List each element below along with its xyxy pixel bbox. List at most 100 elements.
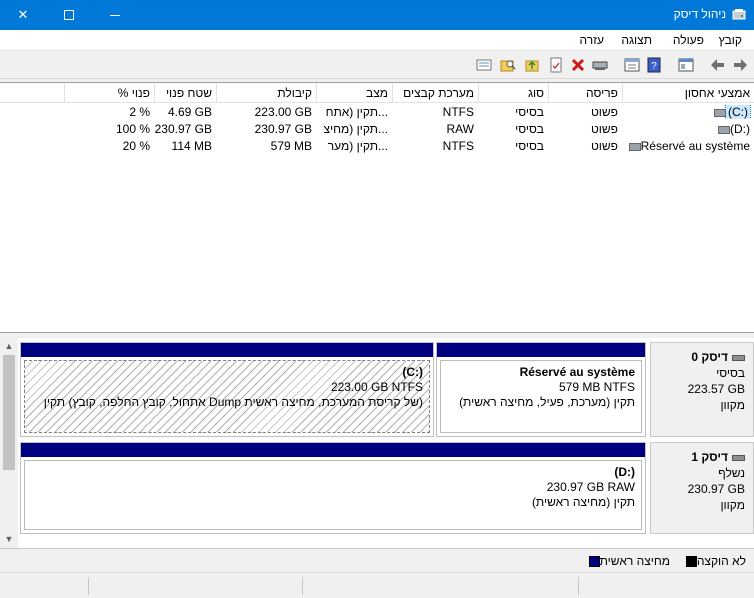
- volume-type: בסיסי: [515, 105, 544, 119]
- legend-unallocated-swatch: [685, 556, 697, 567]
- partition-d[interactable]: (D:) 230.97 GB RAW תקין (מחיצה ראשית): [20, 442, 646, 534]
- menu-help[interactable]: עזרה: [579, 33, 604, 47]
- menu-file[interactable]: קובץ: [719, 33, 742, 47]
- column-status[interactable]: מצב: [316, 83, 392, 103]
- volume-free-space: 230.97 GB: [154, 122, 212, 136]
- legend-primary: מחיצה ראשית: [585, 554, 670, 568]
- disk-name: דיסק 1: [691, 450, 728, 464]
- partition-c[interactable]: (C:) 223.00 GB NTFS תקין (אתחול, קובץ הח…: [20, 342, 434, 437]
- column-layout[interactable]: פריסה: [548, 83, 622, 103]
- volume-row[interactable]: (C:) פשוט בסיסי NTFS תקין (אתח... 223.00…: [0, 104, 754, 121]
- maximize-button[interactable]: [46, 0, 92, 30]
- help-icon[interactable]: ?: [646, 57, 662, 73]
- volume-file-system: NTFS: [442, 139, 474, 153]
- volume-layout: פשוט: [590, 122, 618, 136]
- volume-list: אמצעי אחסון פריסה סוג מערכת קבצים מצב קי…: [0, 82, 754, 332]
- folder-up-icon[interactable]: [524, 57, 540, 73]
- disk-state: מקוון: [720, 398, 745, 412]
- volume-type: בסיסי: [515, 122, 544, 136]
- partition-status: תקין (מערכת, פעיל, מחיצה ראשית): [459, 395, 635, 409]
- primary-partition-bar: [21, 443, 645, 457]
- drive-settings-icon[interactable]: [592, 57, 608, 73]
- drive-icon: [628, 142, 641, 151]
- volume-status: תקין (אתח...: [325, 105, 388, 119]
- scroll-down-icon[interactable]: ▼: [0, 531, 18, 548]
- close-icon: ✕: [17, 7, 29, 22]
- volume-file-system: NTFS: [442, 105, 474, 119]
- status-divider: [578, 577, 579, 595]
- volume-list-header: אמצעי אחסון פריסה סוג מערכת קבצים מצב קי…: [0, 83, 754, 103]
- volume-type: בסיסי: [515, 139, 544, 153]
- scroll-thumb[interactable]: [3, 355, 15, 470]
- vertical-scrollbar[interactable]: ▲ ▼: [0, 338, 18, 548]
- volume-file-system: RAW: [446, 122, 474, 136]
- list-view-icon[interactable]: [476, 57, 492, 73]
- menu-view[interactable]: תצוגה: [621, 33, 652, 47]
- search-folder-icon[interactable]: [500, 57, 516, 73]
- disk-0-info[interactable]: דיסק 0 בסיסי 223.57 GB מקוון: [650, 342, 754, 437]
- column-volume[interactable]: אמצעי אחסון: [622, 83, 754, 103]
- title-bar: ✕ ניהול דיסק: [0, 0, 754, 30]
- menu-bar: קובץ פעולה תצוגה עזרה: [0, 30, 754, 51]
- show-hide-console-tree-icon[interactable]: [678, 57, 694, 73]
- delete-icon[interactable]: [570, 57, 586, 73]
- close-button[interactable]: ✕: [0, 0, 46, 30]
- volume-percent-free: 20 %: [122, 139, 150, 153]
- column-percent-free[interactable]: % פנוי: [64, 83, 154, 103]
- volume-status: תקין (מחיצ...: [323, 122, 388, 136]
- primary-partition-bar: [437, 343, 645, 357]
- volume-name: (D:): [730, 122, 750, 136]
- disk-name: דיסק 0: [691, 350, 728, 364]
- volume-percent-free: 100 %: [115, 122, 150, 136]
- legend: לא הוקצה מחיצה ראשית: [0, 548, 754, 572]
- volume-free-space: 114 MB: [171, 139, 212, 153]
- scroll-up-icon[interactable]: ▲: [0, 338, 18, 355]
- column-capacity[interactable]: קיבולת: [216, 83, 316, 103]
- menu-action[interactable]: פעולה: [673, 33, 704, 47]
- check-document-icon[interactable]: [548, 57, 564, 73]
- volume-capacity: 223.00 GB: [254, 105, 312, 119]
- disk-state: מקוון: [720, 498, 745, 512]
- volume-capacity: 230.97 GB: [254, 122, 312, 136]
- partition-system-reserved[interactable]: Réservé au système 579 MB NTFS תקין (מער…: [436, 342, 646, 437]
- partition-detail: 579 MB NTFS: [558, 380, 635, 394]
- disk-management-app-icon: [732, 9, 746, 20]
- volume-free-space: 4.69 GB: [167, 105, 212, 119]
- legend-unallocated: לא הוקצה: [682, 554, 746, 568]
- maximize-icon: [64, 10, 74, 20]
- forward-arrow-icon[interactable]: [732, 57, 748, 73]
- column-type[interactable]: סוג: [478, 83, 548, 103]
- properties-icon[interactable]: [624, 57, 640, 73]
- partition-title: (C:): [402, 365, 423, 379]
- volume-row[interactable]: (D:) פשוט בסיסי RAW תקין (מחיצ... 230.97…: [0, 121, 754, 138]
- minimize-button[interactable]: [92, 0, 138, 30]
- svg-text:?: ?: [651, 61, 657, 72]
- minimize-icon: [110, 14, 120, 16]
- disk-icon: [732, 354, 745, 361]
- partition-status: תקין (מחיצה ראשית): [531, 495, 635, 509]
- volume-layout: פשוט: [590, 105, 618, 119]
- back-arrow-icon[interactable]: [710, 57, 726, 73]
- toolbar: ?: [0, 52, 754, 79]
- status-bar: [0, 572, 754, 598]
- volume-status: תקין (מער...: [327, 139, 388, 153]
- legend-primary-swatch: [588, 556, 600, 567]
- volume-capacity: 579 MB: [270, 139, 312, 153]
- column-free-space[interactable]: שטח פנוי: [154, 83, 216, 103]
- volume-percent-free: 2 %: [129, 105, 150, 119]
- partition-status: תקין (אתחול, קובץ החלפה, קובץ Dump של קר…: [43, 395, 423, 409]
- partition-detail: 230.97 GB RAW: [546, 480, 635, 494]
- partition-title: (D:): [614, 465, 635, 479]
- drive-icon: [714, 108, 726, 117]
- status-divider: [302, 577, 303, 595]
- column-file-system[interactable]: מערכת קבצים: [392, 83, 478, 103]
- volume-row[interactable]: Réservé au système פשוט בסיסי NTFS תקין …: [0, 138, 754, 155]
- disk-1-row: דיסק 1 נשלף 230.97 GB מקוון (D:) 230.97 …: [20, 442, 754, 534]
- drive-icon: [718, 125, 730, 134]
- disk-size: 223.57 GB: [687, 382, 745, 396]
- disk-1-info[interactable]: דיסק 1 נשלף 230.97 GB מקוון: [650, 442, 754, 534]
- disk-graphical-view: ▲ ▼ דיסק 0 בסיסי 223.57 GB מקוון Réservé…: [0, 338, 754, 548]
- volume-name: (C:): [725, 105, 751, 119]
- volume-name: Réservé au système: [640, 139, 750, 153]
- partition-detail: 223.00 GB NTFS: [330, 380, 423, 394]
